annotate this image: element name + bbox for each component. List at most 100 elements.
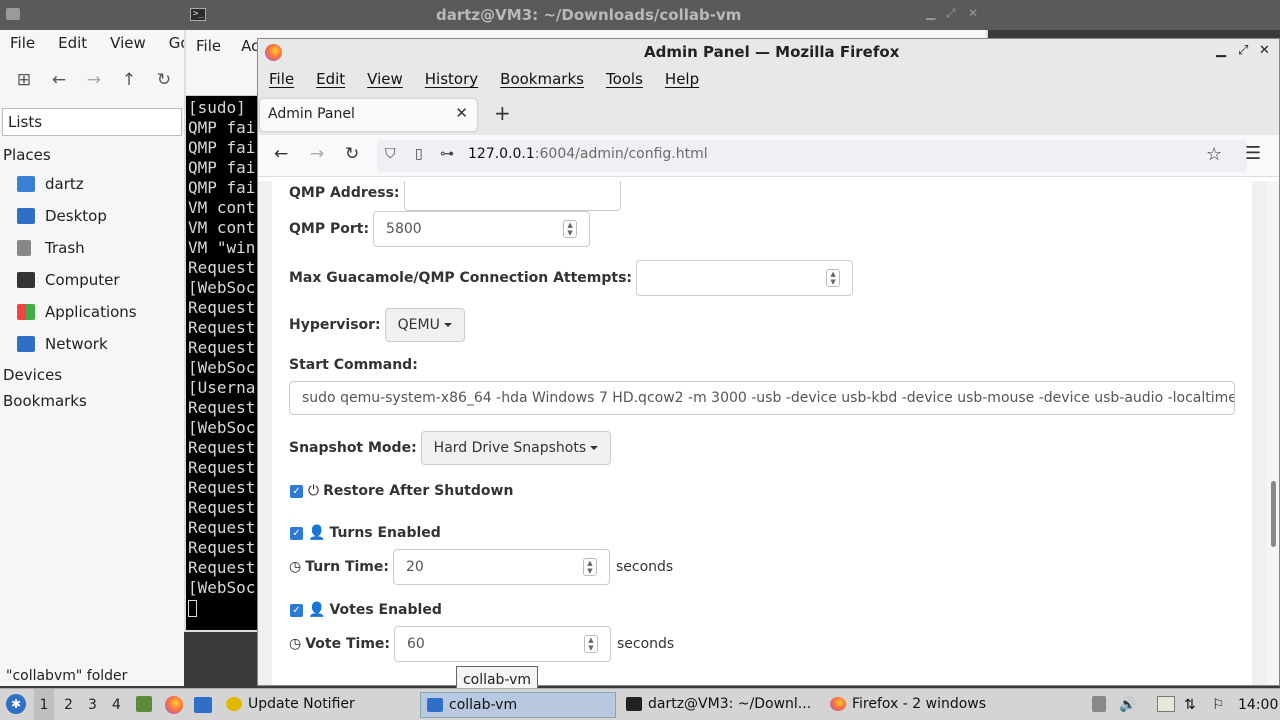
start-command-input[interactable]: sudo qemu-system-x86_64 -hda Windows 7 H… [289,381,1235,415]
minimize-icon[interactable]: ▁ [1216,43,1226,58]
place-trash[interactable]: Trash [0,232,184,264]
close-icon[interactable]: ✕ [968,6,978,20]
scrollbar-thumb[interactable] [1271,481,1276,547]
forward-icon[interactable]: → [84,70,104,90]
fm-menu-file[interactable]: File [10,34,35,58]
place-applications[interactable]: Applications [0,296,184,328]
menu-file[interactable]: File [269,70,294,95]
close-icon[interactable]: ✕ [1259,43,1270,58]
folder-icon [427,698,443,712]
fm-menu-edit[interactable]: Edit [58,34,87,58]
fm-menu-view[interactable]: View [110,34,146,58]
clipboard-icon[interactable] [1157,696,1175,712]
term-menu-file[interactable]: File [196,37,221,62]
desktop-launcher-icon[interactable] [194,697,212,713]
permissions-key-icon[interactable]: ⊶ [440,146,454,162]
max-attempts-row: Max Guacamole/QMP Connection Attempts: ▲… [289,260,854,296]
menu-history[interactable]: History [425,70,478,95]
snapshot-dropdown[interactable]: Hard Drive Snapshots [420,431,612,465]
snapshot-row: Snapshot Mode: Hard Drive Snapshots [289,431,612,465]
desktop-icon [17,208,35,224]
terminal-icon [626,697,642,711]
page-content: QMP Address: QMP Port: 5800 ▲ ▼ Max Guacam… [258,181,1279,685]
firefox-title-bar[interactable]: Admin Panel — Mozilla Firefox ▁ ⤢ ✕ [258,39,1279,67]
folder-icon [6,8,20,20]
qmp-port-stepper[interactable]: ▲ ▼ [563,220,578,238]
turn-time-row: ◷ Turn Time: 20 ▲ ▼ seconds [289,549,673,585]
notifications-icon[interactable]: ⚐ [1212,697,1225,713]
turns-checkbox[interactable]: ✓ [290,526,303,540]
url-bar[interactable]: ⛉ ▯ ⊶ 127.0.0.1:6004/admin/config.html [377,140,1247,172]
workspace-1[interactable]: 1 [34,689,54,720]
side-pane-selector[interactable]: Lists [2,108,182,136]
workspace-3[interactable]: 3 [88,697,97,713]
qmp-address-input[interactable] [403,181,621,211]
reload-icon[interactable]: ↻ [345,144,359,164]
tab-title: Admin Panel [268,106,355,122]
workspace-2[interactable]: 2 [64,697,73,713]
menu-help[interactable]: Help [665,70,699,95]
task-firefox[interactable]: Firefox - 2 windows [824,692,1020,718]
page-scrollbar[interactable] [1267,181,1279,685]
maximize-icon[interactable]: ⤢ [1238,43,1248,58]
task-update-notifier[interactable]: Update Notifier [220,692,416,718]
forward-icon[interactable]: → [310,144,324,164]
place-desktop[interactable]: Desktop [0,200,184,232]
up-icon[interactable]: ↑ [119,70,139,90]
workspace-4[interactable]: 4 [112,697,121,713]
back-icon[interactable]: ← [49,70,69,90]
new-tab-icon[interactable]: ⊞ [14,70,34,90]
turn-time-unit: seconds [615,559,674,575]
home-folder-icon [17,176,35,192]
qmp-port-label: QMP Port: [289,221,370,237]
place-network[interactable]: Network [0,328,184,360]
navigation-toolbar: ← → ↻ ⛉ ▯ ⊶ 127.0.0.1:6004/admin/config.… [258,135,1279,177]
vote-time-input[interactable]: 60 ▲ ▼ [394,626,611,662]
close-tab-icon[interactable]: ✕ [455,104,468,122]
restore-checkbox[interactable]: ✓ [290,484,303,498]
hypervisor-dropdown[interactable]: QEMU [384,308,465,342]
devices-heading[interactable]: Devices [0,362,184,388]
computer-icon [17,272,35,288]
votes-checkbox[interactable]: ✓ [290,603,303,617]
menu-bookmarks[interactable]: Bookmarks [500,70,584,95]
bookmark-star-icon[interactable]: ☆ [1206,144,1222,165]
tray-upload-icon[interactable] [1092,696,1106,712]
menu-hamburger-icon[interactable]: ☰ [1245,143,1261,164]
firefox-menubar: File Edit View History Bookmarks Tools H… [258,67,1279,95]
minimize-icon[interactable]: ▁ [926,6,935,20]
vote-time-stepper[interactable]: ▲ ▼ [584,635,598,653]
network-tray-icon[interactable]: ⇅ [1184,697,1196,713]
clock-icon: ◷ [289,559,302,575]
tab-admin-panel[interactable]: Admin Panel ✕ [260,99,477,131]
max-attempts-stepper[interactable]: ▲ ▼ [826,269,841,287]
turns-row: ✓ 👤 Turns Enabled [290,525,441,541]
place-computer[interactable]: Computer [0,264,184,296]
qmp-port-input[interactable]: 5800 ▲ ▼ [373,211,591,247]
tab-strip: Admin Panel ✕ + [258,95,1279,135]
back-icon[interactable]: ← [274,144,288,164]
bookmarks-heading[interactable]: Bookmarks [0,388,184,414]
task-collab-vm[interactable]: collab-vm [420,692,616,718]
task-terminal[interactable]: dartz@VM3: ~/Downl... [620,692,820,718]
menu-tools[interactable]: Tools [606,70,643,95]
firefox-launcher-icon[interactable] [165,696,183,714]
maximize-icon[interactable]: ⤢ [946,6,956,21]
start-menu-icon[interactable]: ✱ [6,694,26,714]
place-home[interactable]: dartz [0,168,184,200]
firefox-logo-icon [265,44,282,61]
menu-view[interactable]: View [367,70,403,95]
file-manager-launcher-icon[interactable] [136,696,152,712]
clock[interactable]: 14:00 [1238,697,1278,713]
max-attempts-input[interactable]: ▲ ▼ [636,260,854,296]
terminal-title-bar[interactable]: >_ dartz@VM3: ~/Downloads/collab-vm ▁ ⤢ … [0,0,1280,30]
terminal-cursor [188,600,197,617]
new-tab-icon[interactable]: + [494,101,511,125]
reload-icon[interactable]: ↻ [154,70,174,90]
menu-edit[interactable]: Edit [316,70,345,95]
volume-icon[interactable]: 🔊 [1119,697,1136,713]
shield-icon[interactable]: ⛉ [385,146,396,162]
turn-time-input[interactable]: 20 ▲ ▼ [392,549,610,585]
turn-time-stepper[interactable]: ▲ ▼ [582,558,597,576]
url-text[interactable]: 127.0.0.1:6004/admin/config.html [468,146,708,162]
